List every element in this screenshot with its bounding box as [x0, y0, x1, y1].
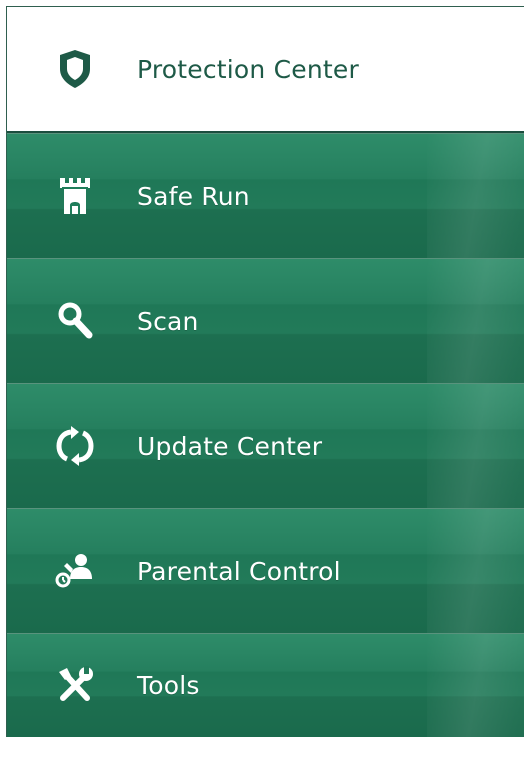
sidebar-item-label: Protection Center — [137, 54, 359, 84]
sidebar-item-protection-center[interactable]: Protection Center — [7, 7, 524, 133]
sidebar-item-parental-control[interactable]: Parental Control — [7, 508, 524, 633]
sidebar-item-safe-run[interactable]: Safe Run — [7, 133, 524, 258]
sidebar-item-tools[interactable]: Tools — [7, 633, 524, 737]
sidebar-item-label: Tools — [137, 671, 200, 700]
magnifier-icon — [53, 299, 97, 343]
sidebar-item-label: Safe Run — [137, 181, 250, 211]
sidebar-item-scan[interactable]: Scan — [7, 258, 524, 383]
refresh-icon — [53, 424, 97, 468]
navigation-sidebar: Protection Center Safe Run Scan Update C… — [6, 6, 524, 737]
parental-control-icon — [53, 549, 97, 593]
sidebar-item-label: Parental Control — [137, 556, 341, 586]
sidebar-item-update-center[interactable]: Update Center — [7, 383, 524, 508]
sidebar-item-label: Update Center — [137, 431, 323, 461]
castle-tower-icon — [53, 174, 97, 218]
sidebar-item-label: Scan — [137, 306, 199, 336]
shield-icon — [53, 47, 97, 91]
tools-icon — [53, 664, 97, 708]
